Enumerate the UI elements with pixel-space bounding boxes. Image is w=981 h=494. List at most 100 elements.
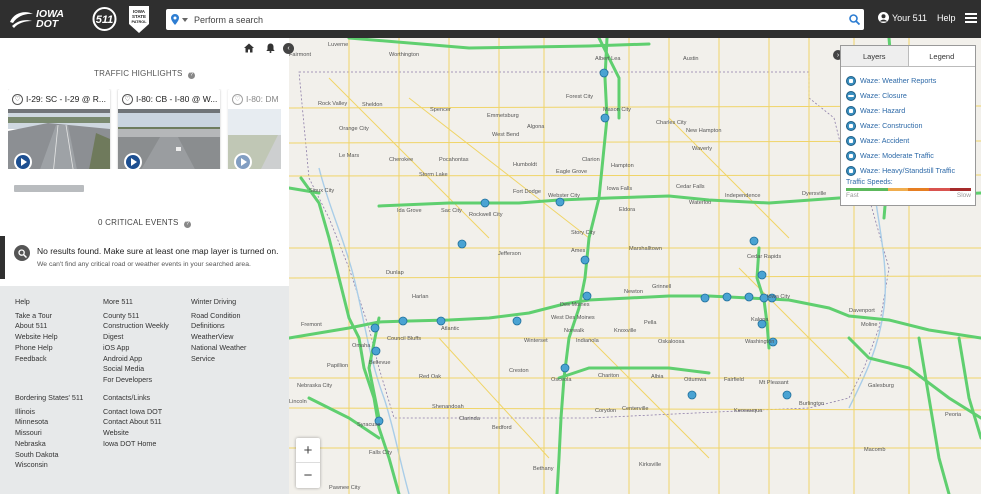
town-label: Spencer	[430, 107, 451, 113]
footer-more511-column: More 511 County 511 Construction Weekly …	[103, 297, 169, 386]
footer-link[interactable]: Phone Help	[15, 343, 58, 354]
search-input[interactable]	[190, 10, 844, 29]
camera-card[interactable]: ♡ I-80: CB - I-80 @ W...	[118, 89, 220, 169]
iowa-dot-logo[interactable]: IOWA DOT	[8, 6, 64, 32]
legend-item: Waze: Hazard	[846, 103, 975, 118]
town-label: Jefferson	[498, 251, 521, 257]
home-icon[interactable]	[244, 43, 254, 53]
footer-link[interactable]: Android App	[103, 354, 169, 365]
info-icon[interactable]: ?	[183, 221, 191, 228]
moderate-traffic-icon	[846, 150, 856, 161]
town-label: Story City	[571, 230, 596, 236]
hazard-icon	[846, 105, 856, 116]
town-label: Austin	[683, 56, 699, 62]
slow-label: Slow	[956, 192, 971, 199]
footer-link[interactable]: Take a Tour	[15, 311, 58, 322]
search-bar	[166, 9, 864, 30]
town-label: Albia	[651, 374, 664, 380]
favorite-icon[interactable]: ♡	[12, 93, 23, 105]
footer-link[interactable]: Contact Iowa DOT	[103, 407, 162, 418]
town-label: Corydon	[595, 408, 617, 414]
town-label: Eldora	[619, 207, 636, 213]
footer-link[interactable]: Illinois	[15, 407, 83, 418]
footer-link[interactable]: County 511	[103, 311, 169, 322]
camera-card-header: ♡ I-29: SC - I-29 @ R...	[8, 89, 110, 109]
footer-link[interactable]: About 511	[15, 321, 58, 332]
camera-carousel: ♡ I-29: SC - I-29 @ R... ♡ I-80: CB - I-…	[8, 89, 281, 169]
zoom-in-button[interactable]: +	[296, 438, 320, 463]
play-button[interactable]	[234, 153, 252, 169]
town-label: Washington	[745, 339, 775, 345]
footer-link[interactable]: Construction Weekly	[103, 321, 169, 332]
town-label: Dyersville	[802, 191, 827, 197]
search-button[interactable]	[844, 10, 864, 29]
camera-card[interactable]: ♡ I-29: SC - I-29 @ R...	[8, 89, 110, 169]
footer-link[interactable]: Website	[103, 428, 162, 439]
map-legend-panel: Layers Legend Waze: Weather Reports Waze…	[840, 45, 976, 206]
town-label: Ida Grove	[397, 208, 422, 214]
camera-card[interactable]: ♡ I-80: DM	[228, 89, 281, 169]
town-label: Red Oak	[419, 374, 442, 380]
footer-link[interactable]: Definitions	[191, 321, 246, 332]
town-label: Nebraska City	[297, 383, 333, 389]
info-icon[interactable]: ?	[187, 72, 195, 79]
speed-swatch	[846, 188, 867, 191]
town-label: Macomb	[864, 447, 886, 453]
footer-link[interactable]: Service	[191, 354, 246, 365]
critical-events-message: No results found. Make sure at least one…	[0, 236, 281, 279]
footer-link[interactable]: Nebraska	[15, 439, 83, 450]
patrol-line-2: STATE	[132, 14, 146, 19]
town-label: Cedar Rapids	[747, 254, 782, 260]
no-results-text: No results found. Make sure at least one…	[37, 246, 279, 256]
footer-link[interactable]: Contact About 511	[103, 417, 162, 428]
footer-link[interactable]: Website Help	[15, 332, 58, 343]
favorite-icon[interactable]: ♡	[122, 93, 133, 105]
town-label: Clarion	[582, 157, 600, 163]
zoom-out-button[interactable]: −	[296, 463, 320, 488]
town-label: Hampton	[611, 163, 634, 169]
footer-link[interactable]: iOS App	[103, 343, 169, 354]
tab-layers[interactable]: Layers	[841, 46, 909, 66]
your-511-button[interactable]: Your 511	[878, 12, 927, 23]
fast-label: Fast	[846, 192, 859, 199]
footer-heading: Contacts/Links	[103, 393, 151, 402]
favorite-icon[interactable]: ♡	[232, 93, 243, 105]
footer-link[interactable]: Iowa DOT Home	[103, 439, 162, 450]
town-label: Atlantic	[441, 326, 460, 332]
footer-link[interactable]: Minnesota	[15, 417, 83, 428]
town-label: Iowa Falls	[607, 186, 633, 192]
footer-link[interactable]: For Developers	[103, 375, 169, 386]
play-button[interactable]	[124, 153, 142, 169]
state-patrol-badge[interactable]: IOWA STATE PATROL	[128, 4, 150, 34]
collapse-panel-button[interactable]: ‹	[283, 43, 294, 54]
tab-legend[interactable]: Legend	[909, 46, 976, 66]
weather-icon	[846, 75, 856, 86]
footer-contacts-column: Contacts/Links Contact Iowa DOT Contact …	[103, 393, 162, 450]
legend-item-label: Waze: Heavy/Standstill Traffic	[860, 166, 956, 175]
footer-link[interactable]: Digest	[103, 332, 169, 343]
footer-link[interactable]: WeatherView	[191, 332, 246, 343]
511-logo[interactable]: 511	[88, 7, 121, 31]
town-label: Centerville	[622, 406, 649, 412]
help-link[interactable]: Help	[937, 13, 956, 23]
hamburger-menu-icon[interactable]	[965, 13, 977, 23]
footer-link[interactable]: Road Condition	[191, 311, 246, 322]
town-label: Le Mars	[339, 153, 360, 159]
town-label: Galesburg	[868, 383, 894, 389]
chevron-down-icon	[182, 17, 188, 22]
footer-link[interactable]: Missouri	[15, 428, 83, 439]
location-dropdown[interactable]	[166, 14, 190, 25]
left-panel: TRAFFIC HIGHLIGHTS ? ♡ I-29: SC - I-29 @…	[0, 38, 289, 494]
play-button[interactable]	[14, 153, 32, 169]
footer-link[interactable]: Social Media	[103, 364, 169, 375]
speed-scale-labels: Fast Slow	[841, 191, 975, 199]
legend-list: Waze: Weather Reports Waze: Closure Waze…	[841, 67, 975, 178]
legend-item: Waze: Accident	[846, 133, 975, 148]
footer-link[interactable]: Feedback	[15, 354, 58, 365]
footer-link[interactable]: South Dakota	[15, 450, 83, 461]
footer-link[interactable]: National Weather	[191, 343, 246, 354]
footer-link[interactable]: Wisconsin	[15, 460, 83, 471]
carousel-scrollbar[interactable]	[14, 185, 84, 192]
bell-icon[interactable]	[266, 43, 275, 53]
traffic-speed-scale	[846, 188, 971, 191]
